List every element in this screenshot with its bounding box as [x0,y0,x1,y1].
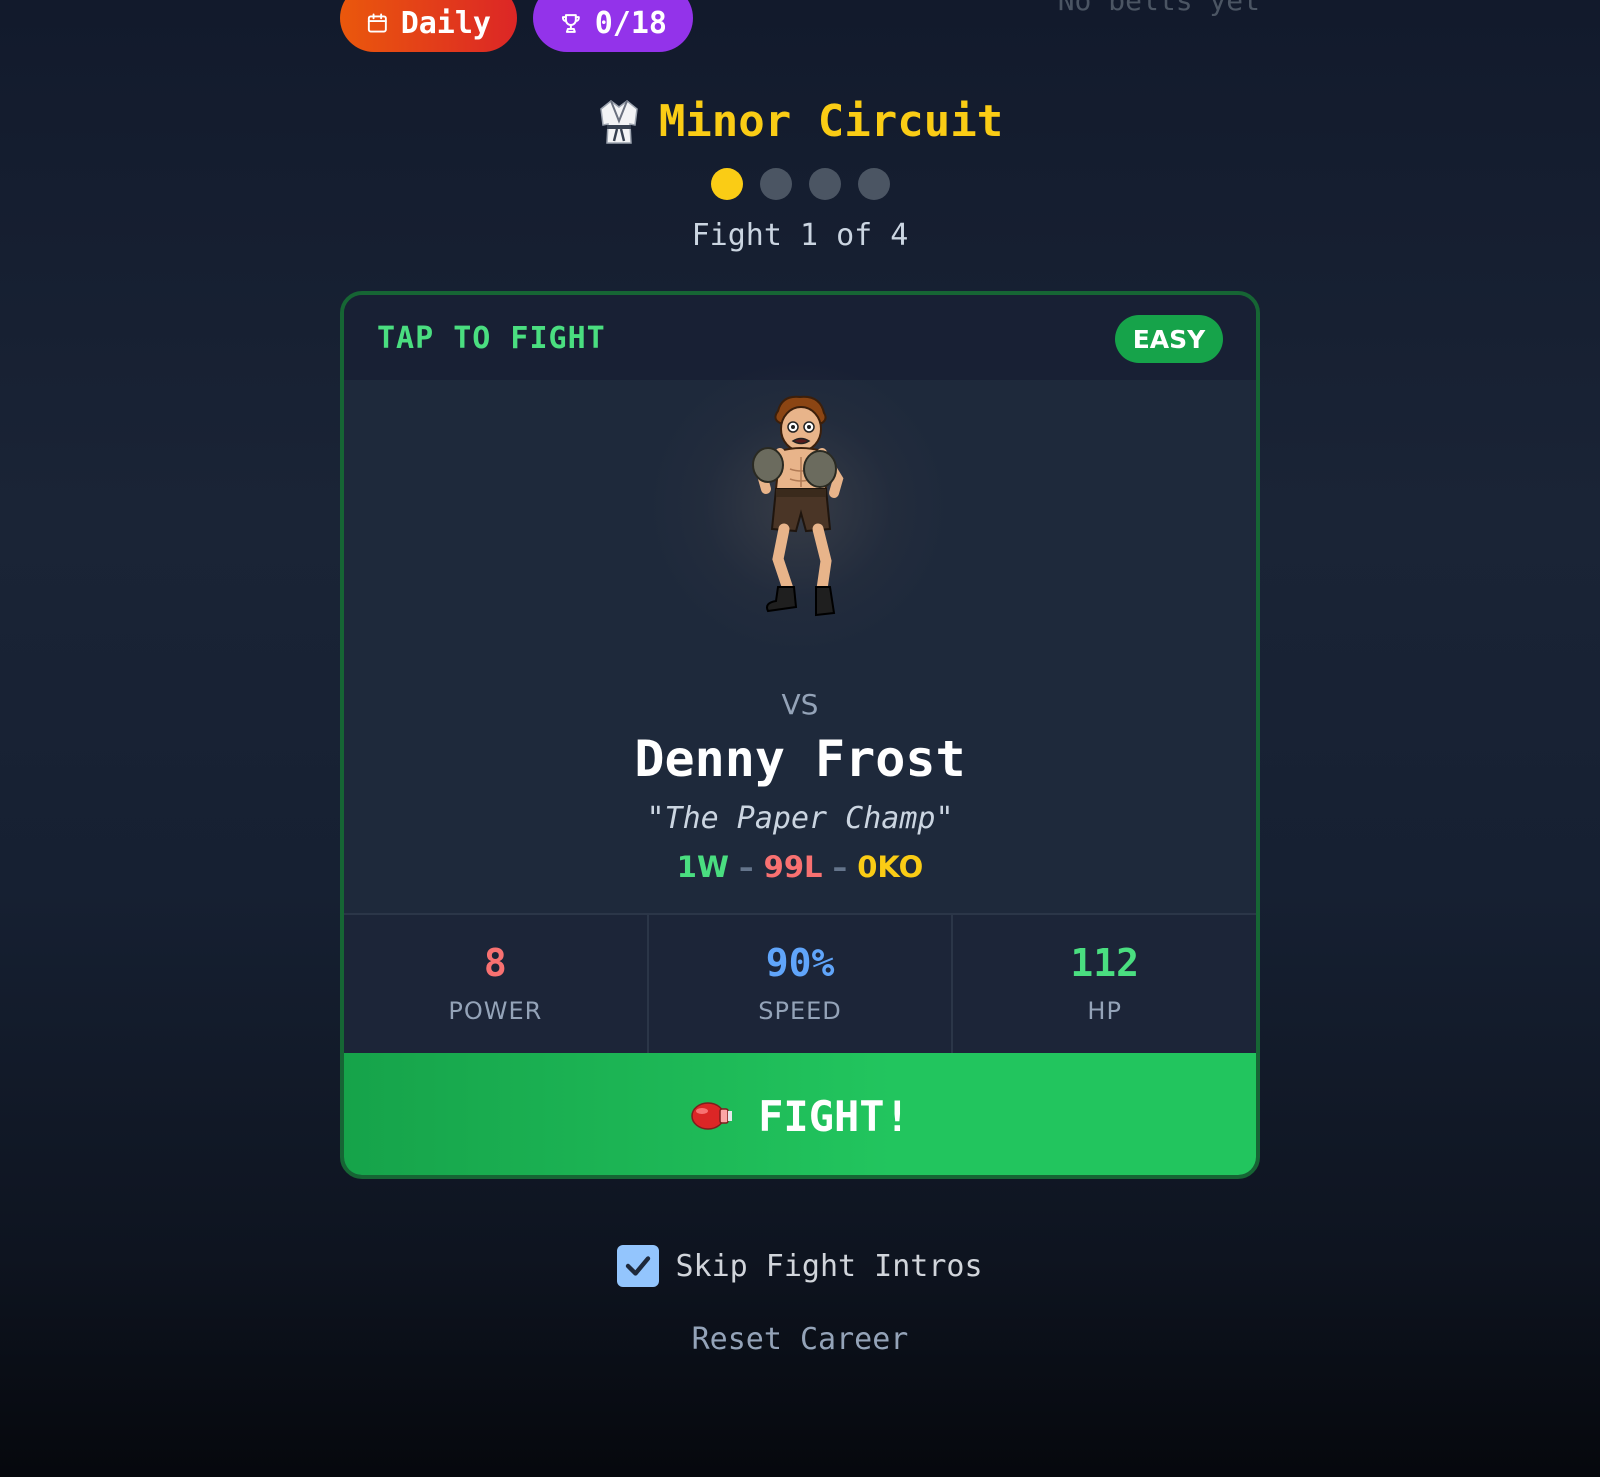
stat-power-value: 8 [483,941,507,985]
trophy-count: 0/18 [594,5,667,41]
trophy-button[interactable]: 0/18 [533,0,693,52]
record-kos: 0KO [857,850,924,884]
checkmark-icon [626,1256,651,1276]
fighter-nickname: "The Paper Champ" [646,801,954,836]
fight-count: Fight 1 of 4 [691,218,909,253]
skip-intros-toggle[interactable]: Skip Fight Intros [0,1245,1600,1287]
progress-dot-current [710,168,743,200]
top-bar: Daily 0/18 No belts yet [340,0,1260,54]
trophy-icon [561,14,580,33]
stat-hp-label: HP [1087,997,1122,1025]
daily-label: Daily [400,5,491,41]
reset-career-button[interactable]: Reset Career [0,1322,1600,1357]
vs-label: VS [781,688,819,721]
fight-button-label: FIGHT! [758,1091,910,1141]
progress-dot [759,168,792,200]
circuit-name: Minor Circuit [658,96,1004,147]
fighter-record: 1W – 99L – 0KO [344,850,1256,884]
skip-intros-checkbox[interactable] [617,1245,660,1287]
progress-dot [808,168,841,200]
record-separator: – [739,850,754,884]
tap-to-fight-label: TAP TO FIGHT [377,321,606,356]
fighter-portrait [650,361,946,651]
opponent-card[interactable]: TAP TO FIGHT EASY VS Denny Frost "The Pa… [340,291,1260,1179]
fighter-name: Denny Frost [634,730,966,788]
progress-dot [857,168,890,200]
stat-speed: 90% SPEED [649,915,954,1053]
calendar-icon [367,13,387,33]
record-separator: – [832,850,848,884]
fighter-stats: 8 POWER 90% SPEED 112 HP [344,913,1256,1053]
stat-power: 8 POWER [344,915,649,1053]
record-losses: 99L [763,850,823,884]
circuit-progress [0,168,1600,200]
record-wins: 1W [676,850,729,884]
circuit-title: Minor Circuit [0,96,1600,147]
belts-status: No belts yet [1057,0,1260,17]
boxer-illustration [752,395,844,617]
stat-speed-value: 90% [765,941,835,985]
stat-power-label: POWER [448,997,543,1025]
stat-hp-value: 112 [1070,941,1139,985]
skip-intros-label: Skip Fight Intros [675,1248,983,1284]
boxing-glove-icon [691,1102,733,1130]
stat-hp: 112 HP [953,915,1256,1053]
fight-button[interactable]: FIGHT! [344,1053,1256,1175]
martial-arts-uniform-icon [600,99,638,144]
stat-speed-label: SPEED [758,997,842,1025]
daily-button[interactable]: Daily [340,0,517,52]
difficulty-badge: EASY [1115,315,1223,363]
